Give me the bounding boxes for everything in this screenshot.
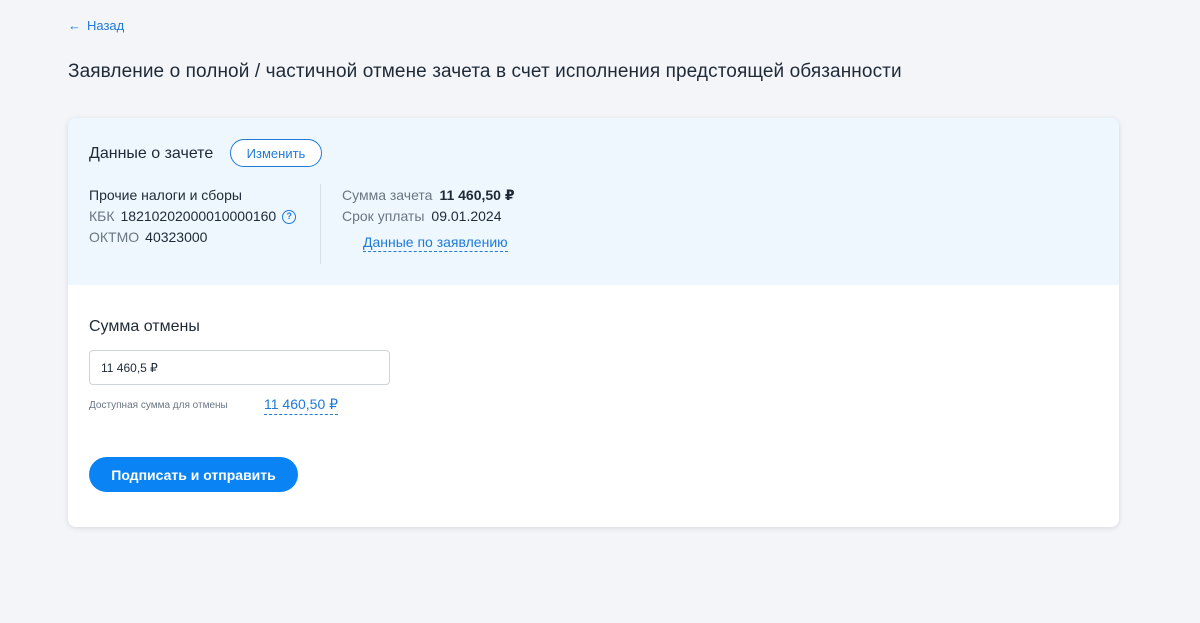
offset-sum-row: Сумма зачета 11 460,50 ₽ [342, 185, 515, 206]
offset-section-title: Данные о зачете [89, 145, 214, 162]
due-date-label: Срок уплаты [342, 208, 425, 224]
available-amount-link[interactable]: 11 460,50 ₽ [264, 396, 339, 415]
oktmo-label: ОКТМО [89, 229, 140, 245]
application-data-link[interactable]: Данные по заявлению [363, 234, 508, 252]
due-date-row: Срок уплаты 09.01.2024 [342, 206, 515, 227]
kbk-label: КБК [89, 208, 115, 224]
edit-button[interactable]: Изменить [230, 139, 322, 167]
kbk-row: КБК 18210202000010000160 ? [89, 206, 309, 227]
cancel-amount-input[interactable] [89, 350, 390, 385]
oktmo-value: 40323000 [145, 229, 208, 245]
kbk-value: 18210202000010000160 [120, 208, 277, 224]
page-title: Заявление о полной / частичной отмене за… [68, 61, 902, 82]
offset-sum-label: Сумма зачета [342, 187, 433, 203]
column-divider [320, 184, 321, 264]
offset-right-column: Сумма зачета 11 460,50 ₽ Срок уплаты 09.… [342, 185, 515, 227]
available-amount-label: Доступная сумма для отмены [89, 400, 228, 411]
cancel-amount-title: Сумма отмены [89, 318, 200, 335]
arrow-left-icon: ← [68, 18, 81, 33]
application-card: Данные о зачете Изменить Прочие налоги и… [68, 118, 1119, 527]
sign-and-send-button[interactable]: Подписать и отправить [89, 457, 298, 492]
back-link[interactable]: ← Назад [68, 18, 124, 33]
oktmo-row: ОКТМО 40323000 [89, 227, 309, 248]
back-label: Назад [87, 18, 125, 33]
due-date-value: 09.01.2024 [431, 208, 502, 224]
question-circle-icon[interactable]: ? [282, 209, 297, 224]
offset-left-column: Прочие налоги и сборы КБК 18210202000010… [89, 185, 309, 248]
tax-name: Прочие налоги и сборы [89, 187, 242, 203]
offset-sum-value: 11 460,50 ₽ [439, 187, 515, 203]
offset-info-panel: Данные о зачете Изменить Прочие налоги и… [68, 118, 1119, 285]
